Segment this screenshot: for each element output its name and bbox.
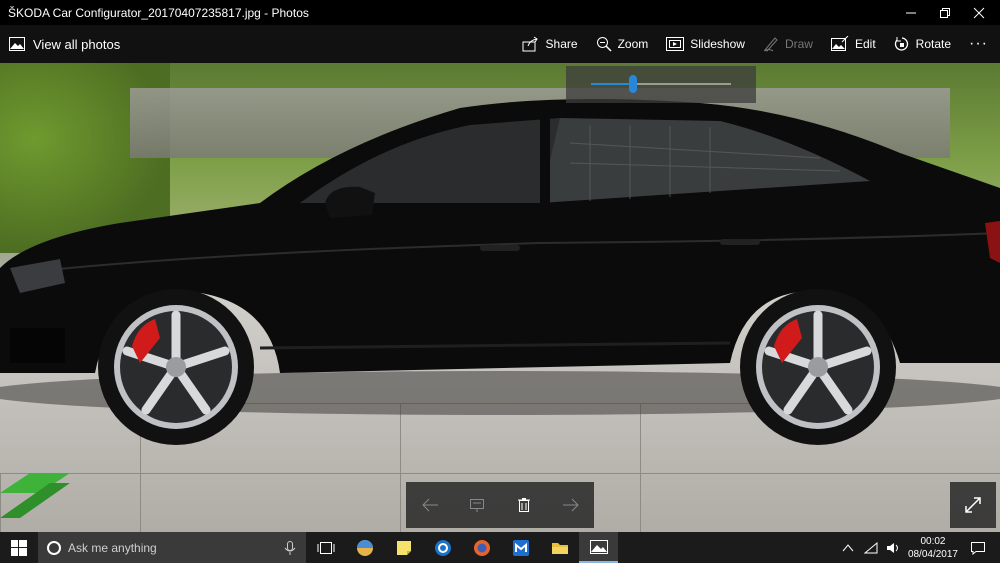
zoom-icon: [596, 37, 612, 52]
slideshow-icon: [666, 37, 685, 51]
action-center-icon[interactable]: [970, 541, 986, 555]
file-explorer-icon: [551, 542, 568, 554]
title-bar: ŠKODA Car Configurator_20170407235817.jp…: [0, 0, 1000, 25]
taskbar-app-1[interactable]: [345, 532, 384, 563]
view-all-photos-button[interactable]: View all photos: [9, 37, 522, 52]
start-button[interactable]: [0, 532, 38, 563]
maxthon-icon: [512, 539, 529, 556]
maxthon-button[interactable]: [501, 532, 540, 563]
edit-button[interactable]: Edit: [830, 36, 876, 52]
car-image: [0, 99, 1000, 445]
close-icon: [973, 7, 985, 18]
rotate-icon: [894, 37, 908, 51]
task-view-icon: [317, 541, 334, 554]
sticky-notes-button[interactable]: [384, 532, 423, 563]
outlook-button[interactable]: [423, 532, 462, 563]
outlook-icon: [434, 539, 451, 556]
edit-icon: [830, 36, 849, 51]
zoom-slider-thumb[interactable]: [629, 75, 637, 93]
more-options-button[interactable]: ···: [969, 35, 988, 53]
edit-label: Edit: [854, 37, 876, 51]
next-photo-button[interactable]: [555, 489, 587, 521]
command-bar: View all photos Share Zoom Slideshow Dra…: [0, 25, 1000, 63]
minimize-icon: [906, 12, 916, 13]
rotate-label: Rotate: [915, 37, 952, 51]
present-button[interactable]: [461, 489, 493, 521]
wifi-icon[interactable]: [863, 541, 878, 554]
trash-icon: [517, 498, 530, 512]
firefox-icon: [473, 539, 490, 556]
firefox-button[interactable]: [462, 532, 501, 563]
task-view-button[interactable]: [306, 532, 345, 563]
volume-icon[interactable]: [886, 542, 900, 554]
windows-logo-icon: [11, 539, 27, 556]
slideshow-label: Slideshow: [690, 37, 745, 51]
app-icon: [356, 539, 373, 556]
minimize-button[interactable]: [894, 0, 928, 25]
clock-time: 00:02: [920, 535, 946, 547]
window-title: ŠKODA Car Configurator_20170407235817.jp…: [8, 5, 309, 20]
cortana-icon: [47, 540, 61, 555]
share-button[interactable]: Share: [522, 36, 578, 52]
clock[interactable]: 00:02 08/04/2017: [908, 535, 958, 561]
photos-icon: [589, 539, 608, 554]
system-tray: 00:02 08/04/2017: [842, 532, 1000, 563]
clock-date: 08/04/2017: [907, 548, 958, 560]
chevron-up-icon[interactable]: [842, 543, 854, 553]
search-placeholder: Ask me anything: [68, 540, 157, 555]
draw-label: Draw: [784, 37, 813, 51]
cortana-search-box[interactable]: Ask me anything: [38, 532, 306, 563]
share-label: Share: [545, 37, 578, 51]
share-icon: [522, 36, 538, 52]
close-button[interactable]: [962, 0, 996, 25]
arrow-right-icon: [562, 498, 579, 512]
photo-icon: [9, 37, 25, 51]
fullscreen-button[interactable]: [950, 482, 996, 528]
taskbar: Ask me anything 00:02 08/04/2017: [0, 532, 1000, 563]
restore-button[interactable]: [928, 0, 962, 25]
photo-viewer[interactable]: [0, 63, 1000, 532]
expand-icon: [965, 497, 981, 513]
present-icon: [469, 499, 484, 512]
microphone-icon[interactable]: [284, 540, 296, 556]
slideshow-button[interactable]: Slideshow: [666, 37, 745, 51]
sticky-notes-icon: [396, 540, 411, 555]
delete-button[interactable]: [508, 489, 540, 521]
photo-navigation-bar: [406, 482, 594, 528]
file-explorer-button[interactable]: [540, 532, 579, 563]
draw-button[interactable]: Draw: [763, 36, 813, 52]
previous-photo-button[interactable]: [414, 489, 446, 521]
view-all-photos-label: View all photos: [33, 36, 121, 52]
zoom-slider-fill: [591, 83, 633, 85]
arrow-left-icon: [421, 498, 438, 512]
photos-button[interactable]: [579, 532, 618, 563]
zoom-label: Zoom: [617, 37, 649, 51]
rotate-button[interactable]: Rotate: [894, 36, 951, 52]
restore-icon: [940, 7, 950, 18]
zoom-slider[interactable]: [566, 66, 756, 103]
draw-icon: [763, 37, 778, 52]
zoom-button[interactable]: Zoom: [596, 36, 649, 52]
